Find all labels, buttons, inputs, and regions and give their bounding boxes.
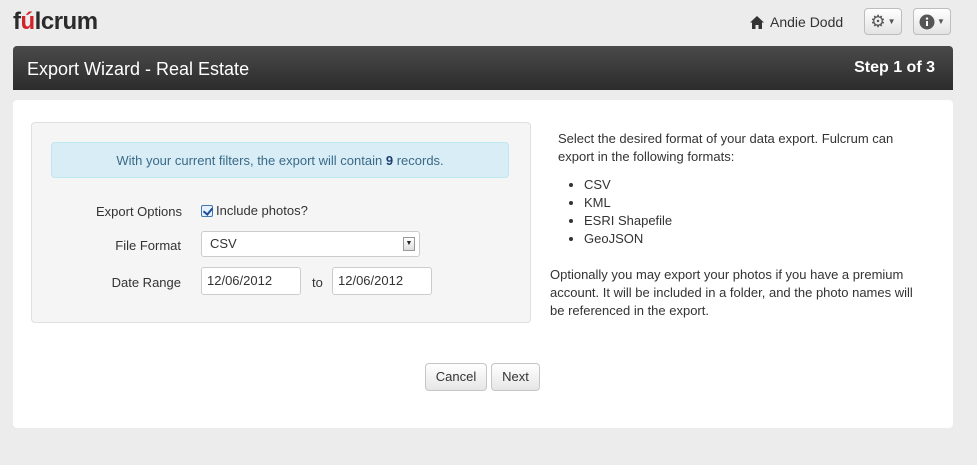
gear-icon: ⚙ (870, 12, 886, 31)
photos-note: Optionally you may export your photos if… (550, 267, 913, 318)
list-item: ESRI Shapefile (584, 212, 928, 230)
user-name: Andie Dodd (770, 14, 844, 30)
date-from-input[interactable]: 12/06/2012 (201, 267, 301, 295)
caret-down-icon: ▼ (937, 17, 945, 26)
fulcrum-logo[interactable]: fúlcrum (13, 8, 98, 36)
info-dropdown-button[interactable]: ▼ (913, 8, 951, 35)
list-item: CSV (584, 176, 928, 194)
step-indicator: Step 1 of 3 (854, 59, 935, 76)
record-count: 9 (385, 153, 394, 168)
list-item: GeoJSON (584, 230, 928, 248)
date-range-label: Date Range (111, 275, 181, 290)
format-list: CSV KML ESRI Shapefile GeoJSON (558, 176, 928, 248)
file-format-label: File Format (115, 238, 181, 253)
include-photos-checkbox[interactable] (201, 204, 213, 217)
help-intro: Select the desired format of your data e… (558, 131, 894, 164)
select-arrow-icon: ▼ (403, 237, 415, 251)
caret-down-icon: ▼ (887, 17, 896, 26)
wizard-header: Export Wizard - Real Estate Step 1 of 3 (13, 46, 953, 90)
home-icon (750, 15, 764, 29)
cancel-button[interactable]: Cancel (425, 363, 487, 391)
next-button[interactable]: Next (491, 363, 540, 391)
include-photos-label: Include photos? (216, 203, 308, 218)
page-title: Export Wizard - Real Estate (27, 59, 250, 79)
date-to-input[interactable]: 12/06/2012 (332, 267, 432, 295)
export-options-label: Export Options (96, 204, 182, 219)
user-menu[interactable]: Andie Dodd (750, 14, 843, 30)
include-photos-option[interactable]: Include photos? (201, 203, 308, 218)
top-navbar: fúlcrum Andie Dodd ⚙ ▼ ▼ (0, 0, 977, 44)
settings-dropdown-button[interactable]: ⚙ ▼ (864, 8, 902, 35)
list-item: KML (584, 194, 928, 212)
format-help: Select the desired format of your data e… (558, 130, 928, 258)
file-format-select[interactable]: CSV ▼ (201, 231, 420, 257)
date-to-label: to (312, 275, 323, 290)
export-form: With your current filters, the export wi… (31, 122, 531, 323)
wizard-panel: With your current filters, the export wi… (13, 100, 953, 428)
filter-notice: With your current filters, the export wi… (51, 142, 509, 178)
info-icon (919, 14, 935, 29)
